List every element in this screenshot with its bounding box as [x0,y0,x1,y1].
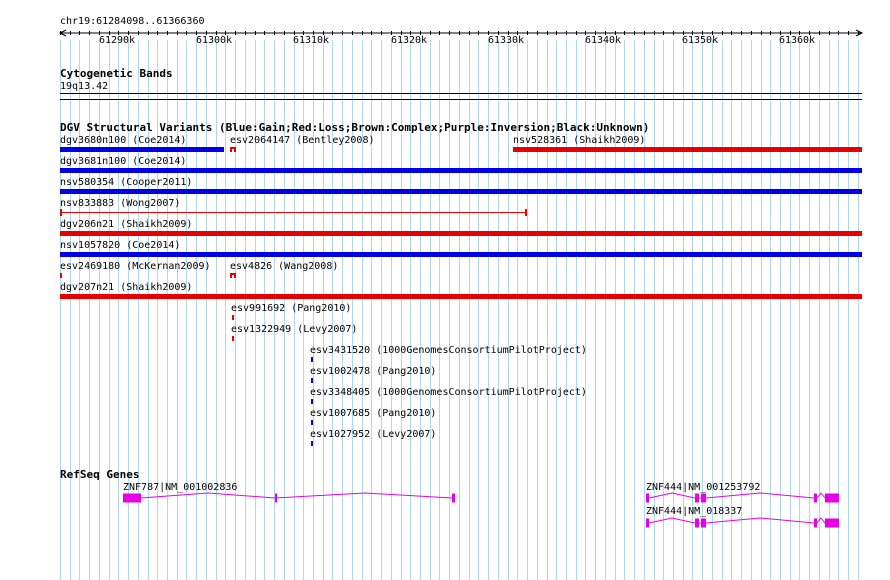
cytoband-track-title[interactable]: Cytogenetic Bands [60,68,173,80]
cytoband-label: 19q13.42 [60,81,109,92]
dgv-variant-label[interactable]: esv991692 (Pang2010) [231,303,351,314]
gene-exon [701,518,706,528]
dgv-variant-label[interactable]: esv2469180 (McKernan2009) [60,261,211,272]
dgv-variant-label[interactable]: dgv3680n100 (Coe2014) [60,135,186,146]
dgv-variant-label[interactable]: esv1007685 (Pang2010) [310,408,436,419]
dgv-variant-label[interactable]: nsv1057820 (Coe2014) [60,240,180,251]
dgv-variant-label[interactable]: dgv206n21 (Shaikh2009) [60,219,192,230]
dgv-track-title[interactable]: DGV Structural Variants (Blue:Gain;Red:L… [60,122,649,134]
ruler-tick-label: 61340k [584,35,622,46]
dgv-variant-label[interactable]: esv3348405 (1000GenomesConsortiumPilotPr… [310,387,587,398]
dgv-variant-label[interactable]: esv3431520 (1000GenomesConsortiumPilotPr… [310,345,587,356]
gene-exon [825,518,839,528]
ruler-tick-label: 61350k [681,35,719,46]
ruler-tick-label: 61360k [778,35,816,46]
dgv-variant-label[interactable]: esv1322949 (Levy2007) [231,324,357,335]
refseq-gene-label[interactable]: ZNF787|NM_001002836 [123,482,237,493]
dgv-variant-label[interactable]: dgv3681n100 (Coe2014) [60,156,186,167]
ruler-tick-label: 61290k [98,35,136,46]
dgv-variant-label[interactable]: dgv207n21 (Shaikh2009) [60,282,192,293]
dgv-variant-label[interactable]: nsv580354 (Cooper2011) [60,177,192,188]
dgv-variant-label[interactable]: esv4826 (Wang2008) [230,261,338,272]
gene-exon [646,518,649,528]
refseq-gene-label[interactable]: ZNF444|NM_018337 [646,506,742,517]
refseq-track-title[interactable]: RefSeq Genes [60,469,139,481]
ruler-tick-label: 61310k [292,35,330,46]
dgv-variant-label[interactable]: nsv528361 (Shaikh2009) [513,135,645,146]
dgv-variant-label[interactable]: nsv833883 (Wong2007) [60,198,180,209]
location-label: chr19:61284098..61366360 [60,16,205,27]
dgv-variant-label[interactable]: esv1027952 (Levy2007) [310,429,436,440]
gene-exon [814,518,817,528]
ruler-tick-label: 61320k [390,35,428,46]
gene-intron [648,517,826,524]
ruler-tick-label: 61330k [487,35,525,46]
refseq-gene-label[interactable]: ZNF444|NM_001253792 [646,482,760,493]
dgv-variant-label[interactable]: esv1002478 (Pang2010) [310,366,436,377]
ruler-tick-label: 61300k [195,35,233,46]
gene-exon [695,518,699,528]
dgv-variant-label[interactable]: esv2064147 (Bentley2008) [230,135,375,146]
